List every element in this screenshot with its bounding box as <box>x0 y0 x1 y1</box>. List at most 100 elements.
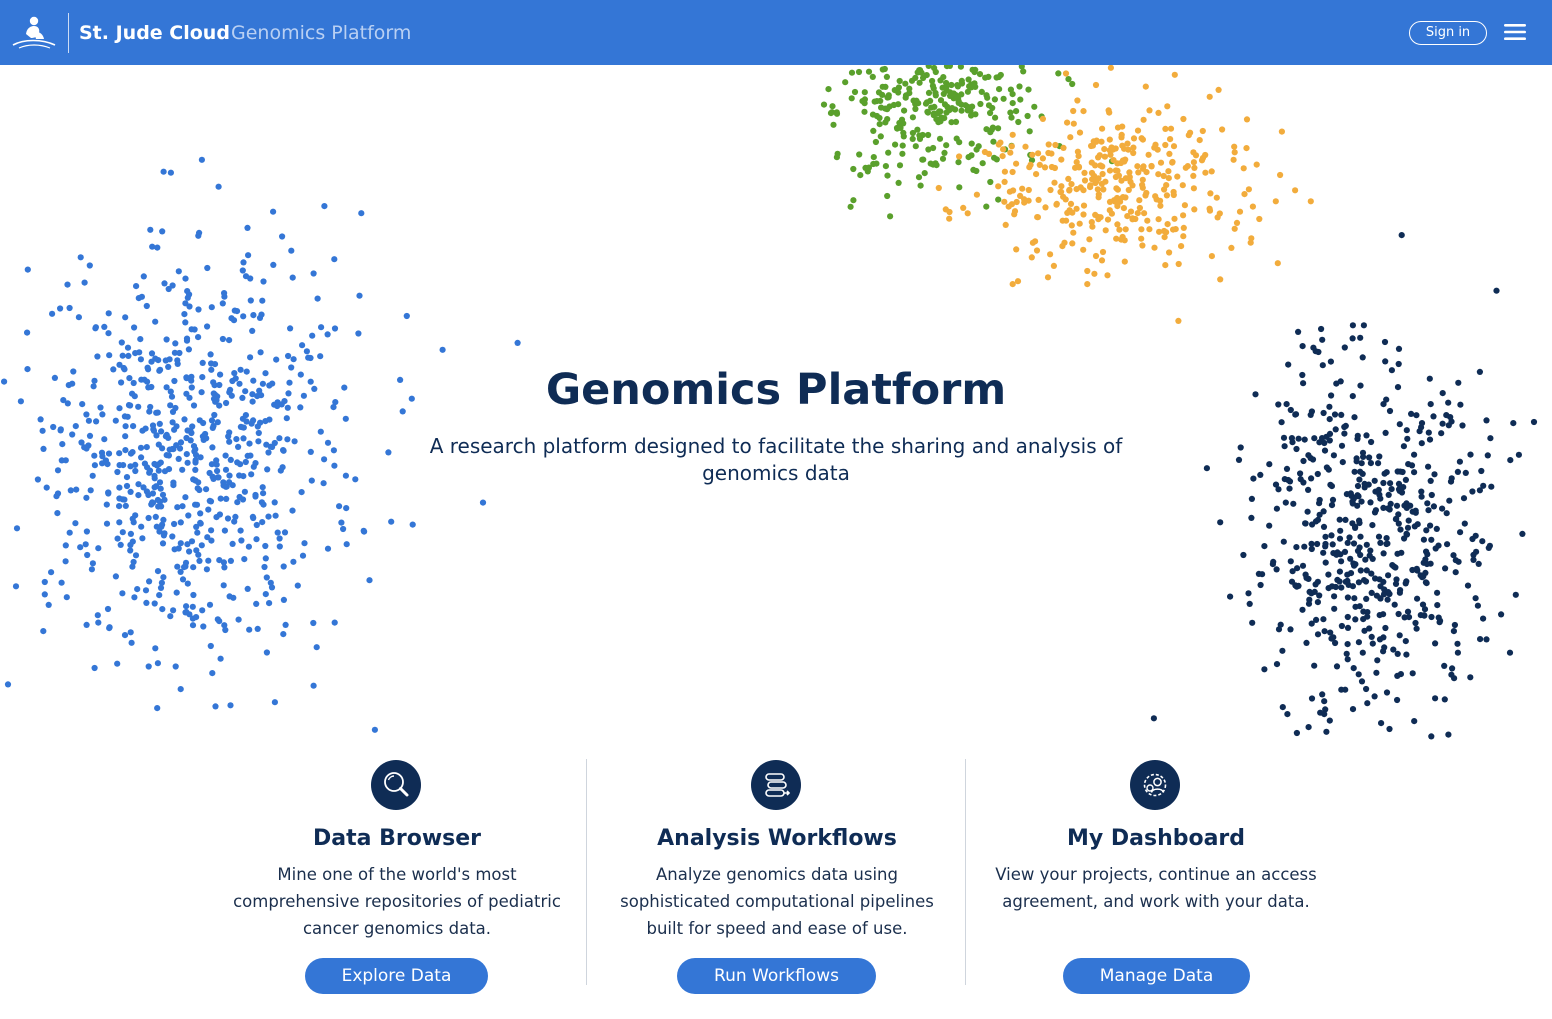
hamburger-menu-icon[interactable] <box>1504 22 1526 42</box>
scatter-dot-orange <box>1190 149 1197 156</box>
scatter-dot-blue <box>140 273 147 280</box>
scatter-dot-blue <box>209 473 216 480</box>
scatter-dot-navy <box>1356 476 1363 483</box>
scatter-dot-orange <box>1009 131 1016 138</box>
scatter-dot-navy <box>1397 587 1404 594</box>
scatter-dot-orange <box>1139 242 1146 249</box>
scatter-dot-blue <box>356 292 363 299</box>
scatter-dot-blue <box>205 506 212 513</box>
scatter-dot-orange <box>1143 189 1150 197</box>
scatter-dot-navy <box>1383 469 1390 476</box>
scatter-dot-navy <box>1408 462 1416 469</box>
scatter-dot-navy <box>1346 534 1353 541</box>
scatter-dot-orange <box>1060 144 1067 151</box>
scatter-dot-navy <box>1486 542 1493 549</box>
scatter-dot-navy <box>1441 662 1448 670</box>
scatter-dot-navy <box>1325 571 1332 578</box>
scatter-dot-blue <box>186 291 193 298</box>
scatter-dot-orange <box>1157 159 1165 166</box>
brand-name[interactable]: St. Jude Cloud <box>79 18 230 48</box>
scatter-dot-blue <box>238 537 245 544</box>
scatter-dot-navy <box>1366 552 1373 559</box>
scatter-dot-blue <box>181 311 188 318</box>
scatter-dot-navy <box>1396 421 1403 428</box>
scatter-dot-orange <box>1064 119 1071 126</box>
scatter-dot-blue <box>72 520 79 527</box>
scatter-dot-blue <box>139 535 146 542</box>
st-jude-logo-icon[interactable] <box>10 14 58 50</box>
scatter-dot-navy <box>1259 571 1266 578</box>
scatter-dot-orange <box>1185 132 1192 139</box>
scatter-dot-orange <box>1215 86 1222 93</box>
scatter-dot-green <box>861 100 868 107</box>
scatter-dot-orange <box>1196 137 1203 144</box>
manage-data-button[interactable]: Manage Data <box>1063 958 1250 994</box>
scatter-dot-orange <box>1241 191 1248 198</box>
brand-subtitle[interactable]: Genomics Platform <box>231 18 411 48</box>
scatter-dot-green <box>987 178 994 186</box>
scatter-dot-blue <box>313 644 320 651</box>
scatter-dot-navy <box>1381 470 1388 477</box>
scatter-dot-blue <box>151 475 158 482</box>
scatter-dot-blue <box>214 467 221 475</box>
scatter-dot-navy <box>1304 508 1311 515</box>
scatter-dot-orange <box>1080 187 1087 194</box>
scatter-dot-orange <box>1178 243 1185 250</box>
scatter-dot-green <box>953 135 960 142</box>
scatter-dot-orange <box>1092 252 1100 260</box>
scatter-dot-blue <box>149 422 157 429</box>
scatter-dot-orange <box>1118 134 1125 141</box>
scatter-dot-orange <box>1117 198 1124 205</box>
scatter-dot-navy <box>1345 581 1352 589</box>
scatter-dot-navy <box>1249 619 1256 626</box>
scatter-dot-navy <box>1302 571 1309 578</box>
scatter-dot-navy <box>1372 488 1379 495</box>
scatter-dot-green <box>828 109 836 116</box>
scatter-dot-orange <box>1175 317 1182 324</box>
scatter-dot-blue <box>116 484 123 491</box>
scatter-dot-blue <box>54 490 62 497</box>
scatter-dot-navy <box>1319 336 1326 343</box>
scatter-dot-navy <box>1316 500 1323 507</box>
scatter-dot-blue <box>41 578 48 586</box>
scatter-dot-green <box>892 141 899 148</box>
scatter-dot-green <box>914 69 921 76</box>
scatter-dot-navy <box>1422 556 1429 563</box>
scatter-dot-orange <box>1151 144 1158 151</box>
scatter-dot-blue <box>190 476 197 483</box>
scatter-dot-blue <box>276 535 283 542</box>
scatter-dot-orange <box>1106 207 1113 214</box>
scatter-dot-blue <box>226 438 233 445</box>
run-workflows-button[interactable]: Run Workflows <box>677 958 876 994</box>
scatter-dot-green <box>881 65 888 73</box>
sign-in-button[interactable]: Sign in <box>1409 21 1487 45</box>
scatter-dot-blue <box>208 537 215 544</box>
scatter-dot-blue <box>212 703 219 710</box>
scatter-dot-orange <box>1129 216 1136 223</box>
scatter-dot-navy <box>1303 574 1310 581</box>
scatter-dot-orange <box>1191 164 1198 171</box>
scatter-dot-navy <box>1332 639 1339 647</box>
scatter-dot-green <box>906 85 913 92</box>
scatter-dot-navy <box>1338 558 1345 565</box>
explore-data-button[interactable]: Explore Data <box>305 958 488 994</box>
scatter-dot-blue <box>101 436 108 443</box>
scatter-dot-blue <box>157 584 165 592</box>
scatter-dot-orange <box>1042 204 1049 211</box>
scatter-dot-orange <box>1163 182 1170 189</box>
scatter-dot-green <box>1056 143 1063 150</box>
scatter-dot-blue <box>189 423 196 430</box>
scatter-dot-blue <box>84 551 91 559</box>
scatter-dot-navy <box>1375 486 1382 493</box>
scatter-dot-blue <box>160 168 167 175</box>
scatter-dot-navy <box>1392 564 1399 571</box>
scatter-dot-blue <box>39 427 46 434</box>
scatter-dot-blue <box>195 334 202 341</box>
scatter-dot-orange <box>1240 165 1247 172</box>
scatter-dot-blue <box>199 433 206 440</box>
scatter-dot-blue <box>45 601 52 609</box>
scatter-dot-navy <box>1358 678 1366 685</box>
scatter-dot-blue <box>50 423 57 431</box>
scatter-dot-blue <box>105 330 112 337</box>
scatter-dot-orange <box>1151 244 1158 251</box>
